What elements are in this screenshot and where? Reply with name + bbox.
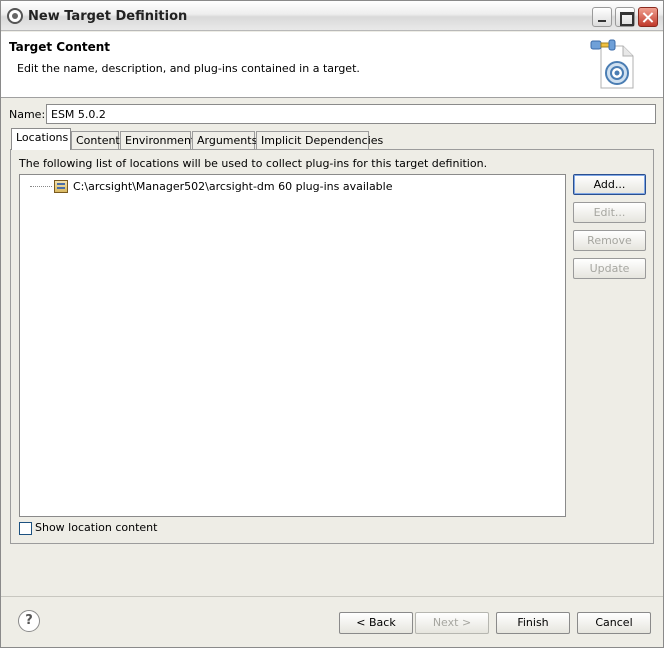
back-button[interactable]: < Back: [339, 612, 413, 634]
title-bar[interactable]: New Target Definition: [1, 1, 663, 31]
name-input[interactable]: [46, 104, 656, 124]
tab-content-label: Content: [76, 134, 120, 147]
tab-content[interactable]: Content: [71, 131, 120, 149]
tab-environment[interactable]: Environment: [120, 131, 195, 149]
name-label-text: Name:: [9, 108, 46, 121]
update-location-button[interactable]: Update: [573, 258, 646, 279]
window-title: New Target Definition: [28, 9, 188, 24]
eclipse-app-icon: [7, 8, 23, 24]
finish-button[interactable]: Finish: [496, 612, 570, 634]
footer-divider: [1, 596, 663, 597]
maximize-button[interactable]: [615, 7, 635, 27]
add-location-button[interactable]: Add...: [573, 174, 646, 195]
show-location-content-checkbox[interactable]: [19, 522, 32, 535]
minimize-button[interactable]: [592, 7, 612, 27]
next-button[interactable]: Next >: [415, 612, 489, 634]
directory-location-icon: [54, 180, 68, 193]
tab-environment-label: Environment: [125, 134, 196, 147]
tab-implicit-dependencies-label: Implicit Dependencies: [261, 134, 384, 147]
cancel-button[interactable]: Cancel: [577, 612, 651, 634]
tab-locations[interactable]: Locations: [11, 128, 71, 150]
remove-location-button[interactable]: Remove: [573, 230, 646, 251]
edit-location-button[interactable]: Edit...: [573, 202, 646, 223]
locations-tab-panel: The following list of locations will be …: [10, 149, 654, 544]
wizard-header: Target Content Edit the name, descriptio…: [1, 32, 663, 98]
new-target-definition-dialog: New Target Definition Target Content Edi…: [0, 0, 664, 648]
show-location-content-label: Show location content: [35, 521, 158, 534]
tab-arguments-label: Arguments: [197, 134, 258, 147]
help-icon[interactable]: ?: [18, 610, 40, 632]
name-label: Name:: [9, 108, 45, 121]
tab-arguments[interactable]: Arguments: [192, 131, 258, 149]
location-label: C:\arcsight\Manager502\arcsight-dm 60 pl…: [73, 180, 393, 193]
page-description: Edit the name, description, and plug-ins…: [17, 62, 360, 75]
target-definition-wizard-icon: [590, 39, 634, 89]
page-title: Target Content: [9, 40, 111, 54]
close-button[interactable]: [638, 7, 658, 27]
tab-locations-label: Locations: [16, 131, 69, 144]
tab-implicit-dependencies[interactable]: Implicit Dependencies: [256, 131, 383, 149]
locations-description: The following list of locations will be …: [19, 157, 488, 170]
tree-connector-line: [30, 186, 52, 187]
locations-tree[interactable]: C:\arcsight\Manager502\arcsight-dm 60 pl…: [19, 174, 566, 517]
